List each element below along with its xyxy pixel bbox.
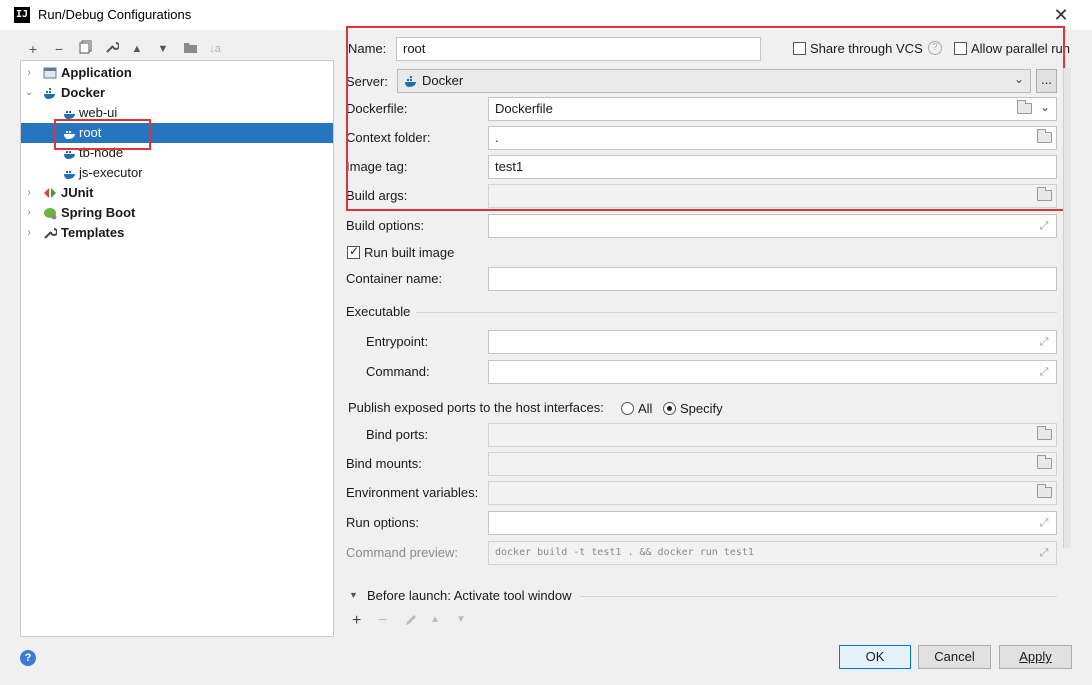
annotation-box-form (346, 26, 1065, 211)
expand-icon[interactable]: ⤢ (1037, 546, 1051, 560)
radio-all[interactable] (621, 402, 634, 415)
expand-icon[interactable]: ⤢ (1037, 365, 1051, 379)
close-icon[interactable]: ✕ (1050, 4, 1072, 26)
command-preview-field: docker build -t test1 . && docker run te… (488, 541, 1057, 565)
expand-icon[interactable]: ⤢ (1037, 335, 1051, 349)
junit-icon (43, 186, 57, 200)
expand-icon[interactable]: ⤢ (1037, 219, 1051, 233)
run-options-input[interactable]: ⤢ (488, 511, 1057, 535)
move-up-icon[interactable]: ▲ (128, 40, 146, 58)
chevron-right-icon[interactable]: › (23, 223, 35, 243)
application-icon (43, 66, 57, 80)
tree-item-label: Templates (61, 225, 125, 240)
run-built-image-label: Run built image (364, 245, 455, 260)
tree-item-label: Spring Boot (61, 205, 136, 220)
chevron-down-icon[interactable]: ⌄ (23, 83, 35, 103)
annotation-box-root (54, 119, 151, 150)
bind-ports-label: Bind ports: (366, 427, 429, 442)
cancel-button[interactable]: Cancel (918, 645, 991, 669)
window-title: Run/Debug Configurations (38, 7, 192, 22)
tree-item-js-executor[interactable]: js-executor (21, 163, 333, 183)
executable-separator (416, 312, 1057, 313)
chevron-right-icon[interactable]: › (23, 63, 35, 83)
before-launch-label: Before launch: Activate tool window (367, 588, 572, 603)
docker-icon (63, 106, 77, 120)
new-folder-icon[interactable] (181, 40, 199, 58)
entrypoint-label: Entrypoint: (366, 334, 429, 349)
move-up-icon[interactable]: ▲ (430, 614, 440, 625)
tree-item-spring-boot[interactable]: › Spring Boot (21, 203, 333, 223)
command-input[interactable]: ⤢ (488, 360, 1057, 384)
remove-icon[interactable]: − (50, 40, 68, 58)
run-built-image-checkbox[interactable] (347, 244, 360, 259)
radio-all-label: All (638, 401, 653, 416)
radio-specify[interactable] (663, 402, 676, 415)
radio-specify-label: Specify (680, 401, 723, 416)
remove-icon[interactable]: − (378, 612, 387, 630)
tree-item-application[interactable]: › Application (21, 63, 333, 83)
wrench-icon (43, 226, 58, 240)
tree-item-templates[interactable]: › Templates (21, 223, 333, 243)
build-options-label: Build options: (346, 218, 425, 233)
intellij-app-icon: IJ (14, 7, 30, 23)
env-vars-input[interactable] (488, 481, 1057, 505)
tree-item-label: JUnit (61, 185, 94, 200)
move-down-icon[interactable]: ▼ (456, 614, 466, 625)
collapse-triangle-icon[interactable]: ▼ (349, 590, 358, 600)
env-vars-label: Environment variables: (346, 485, 479, 500)
command-preview-value: docker build -t test1 . && docker run te… (495, 547, 754, 558)
container-name-input[interactable] (488, 267, 1057, 291)
edit-icon[interactable] (404, 613, 418, 630)
add-icon[interactable]: + (24, 40, 42, 58)
spring-boot-icon (43, 206, 57, 220)
move-down-icon[interactable]: ▼ (154, 40, 172, 58)
apply-button[interactable]: Apply (999, 645, 1072, 669)
chevron-right-icon[interactable]: › (23, 183, 35, 203)
tree-item-label: Docker (61, 85, 106, 100)
expand-icon[interactable]: ⤢ (1037, 516, 1051, 530)
command-preview-label: Command preview: (346, 545, 458, 560)
tree-item-label: Application (61, 65, 132, 80)
add-icon[interactable]: + (352, 612, 361, 630)
form-scrollbar[interactable] (1063, 68, 1071, 548)
bind-mounts-input[interactable] (488, 452, 1057, 476)
help-icon[interactable]: ? (20, 650, 36, 666)
container-name-label: Container name: (346, 271, 443, 286)
folder-icon[interactable] (1037, 455, 1052, 469)
apply-label: Apply (1019, 649, 1052, 664)
ok-button[interactable]: OK (839, 645, 911, 669)
tree-item-docker[interactable]: ⌄ Docker (21, 83, 333, 103)
bind-ports-input[interactable] (488, 423, 1057, 447)
run-options-label: Run options: (346, 515, 419, 530)
bind-mounts-label: Bind mounts: (346, 456, 422, 471)
docker-icon (63, 166, 77, 180)
entrypoint-input[interactable]: ⤢ (488, 330, 1057, 354)
wrench-icon[interactable] (103, 40, 121, 58)
tree-item-label: js-executor (79, 165, 143, 180)
publish-ports-label: Publish exposed ports to the host interf… (348, 400, 604, 415)
chevron-right-icon[interactable]: › (23, 203, 35, 223)
docker-icon (43, 86, 57, 100)
folder-icon[interactable] (1037, 426, 1052, 440)
build-options-input[interactable]: ⤢ (488, 214, 1057, 238)
command-label: Command: (366, 364, 430, 379)
executable-label: Executable (346, 304, 411, 319)
before-launch-separator (580, 596, 1057, 597)
sort-icon[interactable]: ↓a (206, 40, 224, 58)
folder-icon[interactable] (1037, 484, 1052, 498)
copy-icon[interactable] (77, 40, 95, 58)
tree-item-junit[interactable]: › JUnit (21, 183, 333, 203)
